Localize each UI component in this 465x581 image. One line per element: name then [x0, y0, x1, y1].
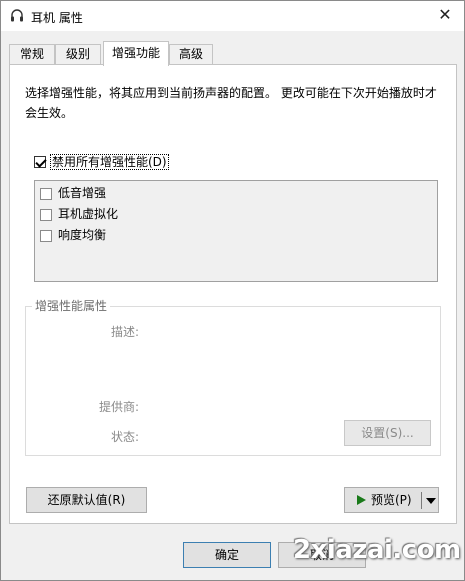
close-button[interactable]: ✕: [432, 3, 458, 27]
disable-all-checkbox[interactable]: [34, 155, 46, 168]
dropdown-arrow-icon[interactable]: [426, 498, 436, 504]
tab-label: 常规: [19, 47, 44, 61]
provider-label: 提供商:: [98, 400, 139, 414]
tab-label: 增强功能: [111, 46, 160, 60]
tab-enhancements[interactable]: 增强功能: [103, 41, 169, 66]
group-title: 增强性能属性: [32, 299, 111, 313]
virtualization-checkbox[interactable]: [40, 208, 52, 221]
enhancement-list: 低音增强 耳机虚拟化 响度均衡: [34, 180, 438, 282]
tab-label: 级别: [65, 47, 90, 61]
settings-button[interactable]: 设置(S)...: [344, 420, 431, 446]
headphones-icon: [11, 9, 23, 22]
enhancement-item-loudness[interactable]: 响度均衡: [40, 228, 106, 244]
restore-defaults-button[interactable]: 还原默认值(R): [26, 487, 147, 513]
enhancement-label: 低音增强: [58, 186, 107, 200]
disable-all-label: 禁用所有增强性能(D): [50, 154, 169, 170]
preview-button[interactable]: 预览(P): [344, 487, 439, 513]
description-label: 描述:: [110, 325, 139, 339]
loudness-checkbox[interactable]: [40, 229, 52, 242]
disable-all-enhancements[interactable]: 禁用所有增强性能(D): [34, 154, 169, 170]
tab-general[interactable]: 常规: [9, 44, 55, 65]
bass-boost-checkbox[interactable]: [40, 187, 52, 200]
properties-dialog: 耳机 属性 ✕ 常规 级别 增强功能 高级 选择增强性能，将其应用到当前扬声器的…: [0, 0, 465, 581]
enhancement-description: 选择增强性能，将其应用到当前扬声器的配置。 更改可能在下次开始播放时才会生效。: [25, 86, 437, 120]
tab-advanced[interactable]: 高级: [169, 44, 213, 65]
preview-label: 预览(P): [371, 493, 412, 507]
window-title: 耳机 属性: [31, 11, 83, 25]
play-triangle-icon: [357, 495, 366, 505]
ok-button[interactable]: 确定: [183, 542, 271, 568]
enhancement-item-virtualization[interactable]: 耳机虚拟化: [40, 207, 118, 223]
status-label: 状态:: [110, 430, 139, 444]
tab-levels[interactable]: 级别: [55, 44, 101, 65]
title-bar[interactable]: 耳机 属性 ✕: [1, 1, 464, 31]
close-icon: ✕: [438, 5, 452, 24]
dropdown-separator: [421, 492, 422, 509]
enhancement-label: 耳机虚拟化: [58, 207, 119, 221]
watermark: 2xiazai.com: [293, 535, 461, 565]
tab-label: 高级: [178, 47, 203, 61]
enhancement-label: 响度均衡: [58, 228, 107, 242]
enhancement-item-bass-boost[interactable]: 低音增强: [40, 186, 106, 202]
